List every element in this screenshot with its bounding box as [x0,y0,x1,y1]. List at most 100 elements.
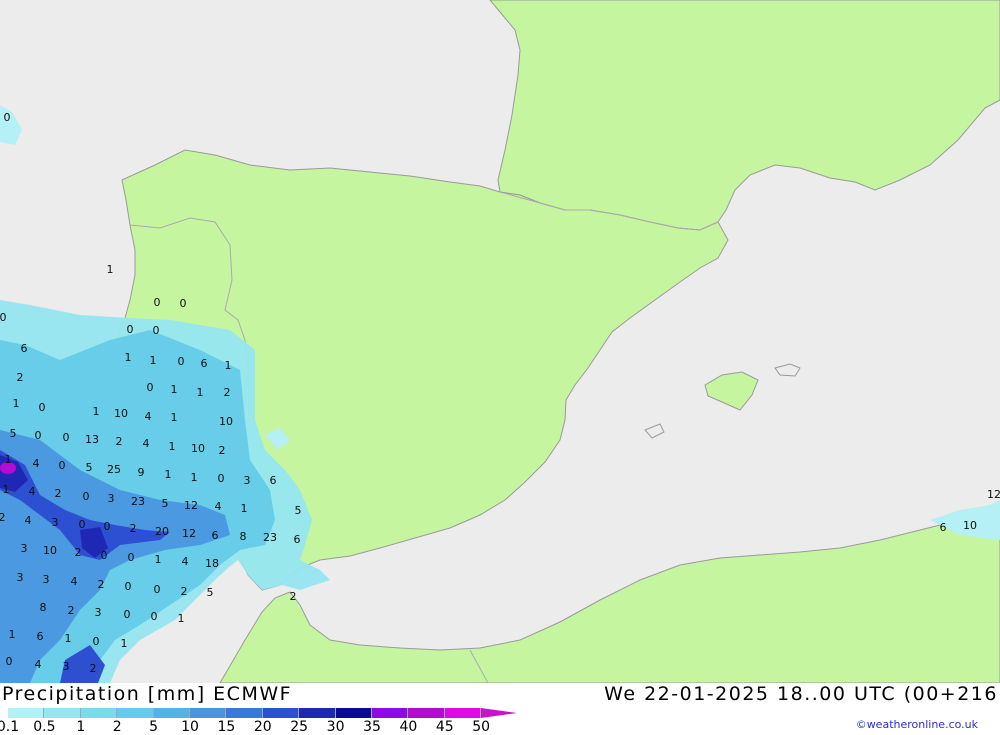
precip-value: 23 [263,531,277,544]
precip-value: 2 [290,590,297,603]
precip-value: 12 [987,488,1000,501]
precip-value: 0 [59,459,66,472]
precip-value: 6 [201,357,208,370]
precip-value: 5 [207,586,214,599]
precip-value: 1 [165,468,172,481]
precip-value: 6 [21,342,28,355]
precip-value: 1 [155,553,162,566]
precip-value: 5 [162,497,169,510]
precip-value: 1 [107,263,114,276]
precip-value: 10 [963,519,977,532]
precip-value: 1 [225,359,232,372]
legend-swatch [80,708,118,718]
precip-value: 0 [83,490,90,503]
precip-value: 4 [215,500,222,513]
legend-bar: Precipitation [mm] ECMWF We 22-01-2025 1… [0,683,1000,735]
precip-value: 2 [17,371,24,384]
legend-swatch [8,708,45,718]
precip-value: 2 [219,444,226,457]
precip-value: 5 [86,461,93,474]
precip-value: 3 [21,542,28,555]
map-canvas: 010 000 061 1 0 6 120 1 1 21 0 1 10 4 1 105 0 0 13 2 4 1 10 21 4… [0,0,1000,683]
precip-value: 0 [93,635,100,648]
precip-value: 2 [90,662,97,675]
legend-swatch [335,708,372,718]
precip-value: 6 [270,474,277,487]
precip-value: 2 [116,435,123,448]
precip-value: 0 [154,296,161,309]
precip-value: 5 [10,427,17,440]
precip-value: 0 [35,429,42,442]
precip-value: 0 [4,111,11,124]
precip-value: 2 [98,578,105,591]
precip-value: 3 [108,492,115,505]
precip-value: 4 [71,575,78,588]
precip-value: 6 [37,630,44,643]
precip-value: 0 [79,518,86,531]
precip-value: 8 [40,601,47,614]
precip-value: 4 [25,514,32,527]
precip-value: 0 [124,608,131,621]
precip-value: 1 [171,411,178,424]
precip-value: 1 [197,386,204,399]
precip-value: 6 [940,521,947,534]
precip-value: 0 [6,655,13,668]
precip-value: 1 [93,405,100,418]
precip-value: 6 [294,533,301,546]
precip-value: 4 [33,457,40,470]
precip-value: 0 [104,520,111,533]
precip-value: 1 [5,453,12,466]
legend-swatch [153,708,190,718]
precip-value: 2 [68,604,75,617]
precip-value: 0 [39,401,46,414]
legend-arrow [481,708,518,718]
precip-value: 9 [138,466,145,479]
precip-value: 1 [169,440,176,453]
precip-value: 18 [205,557,219,570]
precip-value: 2 [0,511,6,524]
legend-swatch [299,708,336,718]
precip-value: 2 [55,487,62,500]
precip-value: 2 [181,585,188,598]
precip-value: 4 [35,658,42,671]
legend-swatch [189,708,227,718]
precip-value: 1 [9,628,16,641]
precip-value: 1 [150,354,157,367]
precip-value: 0 [180,297,187,310]
map-title: Precipitation [mm] ECMWF [2,683,293,705]
color-scale-labels: 0.1 0.5 1 2 5 10 15 20 25 30 35 40 45 50 [0,719,540,735]
precip-value: 1 [191,471,198,484]
precip-value: 1 [3,483,10,496]
precip-value: 8 [240,530,247,543]
precipitation-map: 0 1 0 0 0 0 0 6 1 1 0 6 1 2 0 1 1 2 1 0 1 10 4 1 10 5 0 0 13 2 4 1 10 2 1 4… [0,0,1000,683]
legend-swatch [117,708,154,718]
precip-value: 1 [65,632,72,645]
precip-value: 0 [125,580,132,593]
precip-value: 6 [212,529,219,542]
precip-value: 1 [171,383,178,396]
precip-value: 2 [224,386,231,399]
precip-value: 1 [13,397,20,410]
legend-swatch [408,708,445,718]
legend-swatch [262,708,300,718]
precip-value: 0 [151,610,158,623]
precip-value: 4 [143,437,150,450]
precip-value: 0 [128,551,135,564]
precip-value: 3 [63,660,70,673]
precip-value: 3 [52,516,59,529]
precip-value: 4 [29,485,36,498]
precip-value: 0 [127,323,134,336]
precip-value: 13 [85,433,99,446]
forecast-datetime: We 22-01-2025 18..00 UTC (00+216 [604,683,998,705]
precip-value: 10 [219,415,233,428]
precip-value: 0 [101,549,108,562]
precip-value: 0 [178,355,185,368]
credit-text: ©weatheronline.co.uk [855,718,978,731]
precip-value: 0 [0,311,7,324]
precip-value: 4 [145,410,152,423]
color-scale [8,708,518,718]
precip-value: 1 [121,637,128,650]
legend-swatch [226,708,263,718]
precip-value: 0 [153,324,160,337]
legend-swatch [44,708,81,718]
